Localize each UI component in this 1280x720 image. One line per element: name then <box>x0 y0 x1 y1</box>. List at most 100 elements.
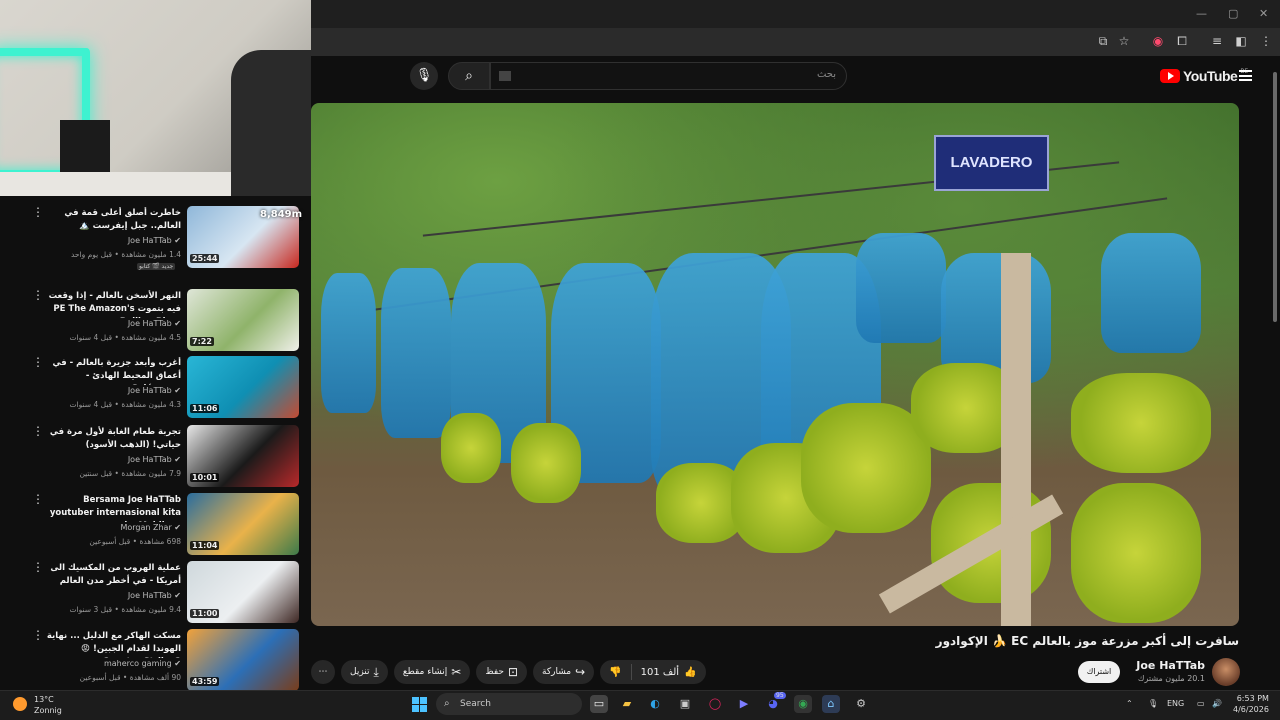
more-horizontal-icon: ⋯ <box>318 667 328 677</box>
suggestion-channel-name: Joe HaTTab <box>127 386 172 395</box>
clock-time: 6:53 PM <box>1236 694 1269 703</box>
channel-name[interactable]: Joe HaTTab <box>1136 659 1205 672</box>
maximize-button[interactable]: ▢ <box>1228 7 1238 20</box>
suggestion-title[interactable]: أغرب وأبعد جزيرة بالعالم - في أعماق المح… <box>46 357 181 385</box>
banana-bunch <box>511 423 581 503</box>
bookmark-star-icon[interactable]: ☆ <box>1117 34 1131 48</box>
file-explorer-icon[interactable]: ▰ <box>618 695 636 713</box>
clip-button[interactable]: إنشاء مقطع ✂ <box>393 660 471 684</box>
suggestion-duration: 11:04 <box>190 541 220 550</box>
weather-widget[interactable]: 13°C Zonnig <box>34 694 62 716</box>
suggestion-meta: 4.3 مليون مشاهدة • قبل 4 سنوات <box>69 400 181 409</box>
suggestion-channel[interactable]: Joe HaTTab ✔ <box>128 386 181 395</box>
subscribe-button[interactable]: اشتراك <box>1078 661 1120 683</box>
minimize-button[interactable]: — <box>1196 7 1207 20</box>
channel-avatar[interactable] <box>1212 658 1240 686</box>
more-vertical-icon[interactable]: ⋮ <box>32 288 44 302</box>
display-tray-icon[interactable]: ▭ <box>1197 699 1205 708</box>
suggestion-meta: 7.9 مليون مشاهدة • قبل سنتين <box>79 469 181 478</box>
chrome-icon[interactable]: ◉ <box>794 695 812 713</box>
edge-icon[interactable]: ◐ <box>646 695 664 713</box>
search-button[interactable]: ⌕ <box>448 62 490 90</box>
close-button[interactable]: ✕ <box>1259 7 1268 20</box>
language-indicator[interactable]: ENG <box>1167 699 1184 708</box>
search-input[interactable]: بحث <box>490 62 847 90</box>
wooden-post <box>1001 253 1031 626</box>
suggestion-item[interactable]: ⋮ أغرب وأبعد جزيرة بالعالم - في أعماق الم… <box>0 349 311 418</box>
verified-icon: ✔ <box>174 591 181 600</box>
video-title: سافرت إلى أكبر مزرعة موز بالعالم EC 🍌 ال… <box>935 634 1239 648</box>
suggestion-channel-name: Joe HaTTab <box>127 455 172 464</box>
suggestion-channel[interactable]: Joe HaTTab ✔ <box>128 236 181 245</box>
volume-icon[interactable]: 🔊 <box>1212 699 1222 708</box>
download-button[interactable]: تنزيل ⤓ <box>341 660 388 684</box>
dislike-button[interactable]: 👎 <box>600 660 630 684</box>
suggestion-item[interactable]: ⋮ خاطرت أصلق أعلى قمة في العالم.. جبل إيف… <box>0 199 311 270</box>
more-vertical-icon[interactable]: ⋮ <box>32 628 44 642</box>
scrollbar-thumb[interactable] <box>1273 72 1277 322</box>
extension-icon[interactable]: ◉ <box>1151 34 1165 48</box>
suggestion-meta: 1.4 مليون مشاهدة • قبل يوم واحد <box>70 250 181 259</box>
like-button[interactable]: 101 ألف 👍 <box>632 660 706 684</box>
suggestion-title[interactable]: مسكت الهاكر مع الدليل ... نهاية الهوندا … <box>46 630 181 658</box>
hamburger-menu-icon[interactable] <box>1239 70 1252 81</box>
suggestion-item[interactable]: ⋮ مسكت الهاكر مع الدليل ... نهاية الهوندا… <box>0 622 311 690</box>
media-player-icon[interactable]: ▶ <box>735 695 753 713</box>
share-button[interactable]: مشاركة ↪ <box>533 660 595 684</box>
extensions-puzzle-icon[interactable]: ⧠ <box>1175 34 1189 48</box>
banana-bag <box>381 268 451 438</box>
suggestion-item[interactable]: ⋮ تجربة طعام الغابة لأول مرة في حياتي! (ا… <box>0 418 311 487</box>
save-label: حفظ <box>485 667 504 677</box>
video-player[interactable]: LAVADERO <box>311 103 1239 626</box>
settings-gear-icon[interactable]: ⚙ <box>852 695 870 713</box>
youtube-logo[interactable]: YouTube BE <box>1160 68 1248 84</box>
lavadero-sign: LAVADERO <box>934 135 1049 191</box>
browser-menu-icon[interactable]: ⋮ <box>1259 34 1273 48</box>
opera-icon[interactable]: ◯ <box>706 695 724 713</box>
suggestion-title[interactable]: عملية الهروب من المكسيك الى أمريكا - في … <box>46 562 181 588</box>
more-vertical-icon[interactable]: ⋮ <box>32 205 44 219</box>
store-icon[interactable]: ▣ <box>676 695 694 713</box>
suggestion-channel[interactable]: Joe HaTTab ✔ <box>128 455 181 464</box>
more-vertical-icon[interactable]: ⋮ <box>32 355 44 369</box>
suggestion-title[interactable]: Bersama Joe HaTTab youtuber internasiona… <box>46 494 181 522</box>
suggestion-channel[interactable]: Morgan Zhar ✔ <box>120 523 181 532</box>
suggestion-channel[interactable]: maherco gaming ✔ <box>104 659 181 668</box>
editor-app-icon[interactable]: ⌂ <box>822 695 840 713</box>
voice-search-button[interactable]: 🎙 <box>410 62 438 90</box>
more-vertical-icon[interactable]: ⋮ <box>32 492 44 506</box>
suggestion-title[interactable]: تجربة طعام الغابة لأول مرة في حياتي! (ال… <box>46 426 181 452</box>
save-button[interactable]: حفظ ⊡ <box>476 660 528 684</box>
suggestion-channel[interactable]: Joe HaTTab ✔ <box>128 319 181 328</box>
suggestion-item[interactable]: ⋮ النهر الأسخن بالعالم - إذا وقعت فيه بتم… <box>0 282 311 351</box>
tray-overflow-icon[interactable]: ⌃ <box>1126 699 1133 708</box>
suggestion-channel[interactable]: Joe HaTTab ✔ <box>128 591 181 600</box>
more-actions-button[interactable]: ⋯ <box>311 660 335 684</box>
discord-badge: 95 <box>774 692 786 699</box>
taskbar-search[interactable]: ⌕ Search <box>436 693 582 715</box>
thumbs-up-icon: 👍 <box>684 666 697 678</box>
share-label: مشاركة <box>542 667 572 677</box>
banana-bunch <box>441 413 501 483</box>
suggestion-meta: 90 ألف مشاهدة • قبل أسبوعين <box>79 673 181 682</box>
reading-list-icon[interactable]: ≡ <box>1210 34 1224 48</box>
suggestion-item[interactable]: ⋮ Bersama Joe HaTTab youtuber internasion… <box>0 486 311 555</box>
profile-icon[interactable]: ◧ <box>1234 34 1248 48</box>
search-icon: ⌕ <box>444 698 450 709</box>
more-vertical-icon[interactable]: ⋮ <box>32 424 44 438</box>
webcam-overlay <box>0 0 311 196</box>
suggestion-item[interactable]: ⋮ عملية الهروب من المكسيك الى أمريكا - في… <box>0 554 311 623</box>
task-view-icon[interactable]: ▭ <box>590 695 608 713</box>
microphone-tray-icon[interactable]: 🎙 <box>1148 699 1158 708</box>
install-app-icon[interactable]: ⧉ <box>1096 34 1110 48</box>
taskbar-search-label: Search <box>460 699 491 709</box>
weather-sun-icon[interactable] <box>13 697 27 711</box>
suggestion-title[interactable]: النهر الأسخن بالعالم - إذا وقعت فيه بتمو… <box>46 290 181 318</box>
suggestion-title[interactable]: خاطرت أصلق أعلى قمة في العالم.. جبل إيفر… <box>46 207 181 233</box>
verified-icon: ✔ <box>174 386 181 395</box>
suggestion-duration: 25:44 <box>190 254 220 263</box>
more-vertical-icon[interactable]: ⋮ <box>32 560 44 574</box>
taskbar-clock[interactable]: 6:53 PM 4/6/2026 <box>1233 693 1269 715</box>
share-icon: ↪ <box>575 665 586 679</box>
windows-start-icon[interactable] <box>412 697 427 712</box>
